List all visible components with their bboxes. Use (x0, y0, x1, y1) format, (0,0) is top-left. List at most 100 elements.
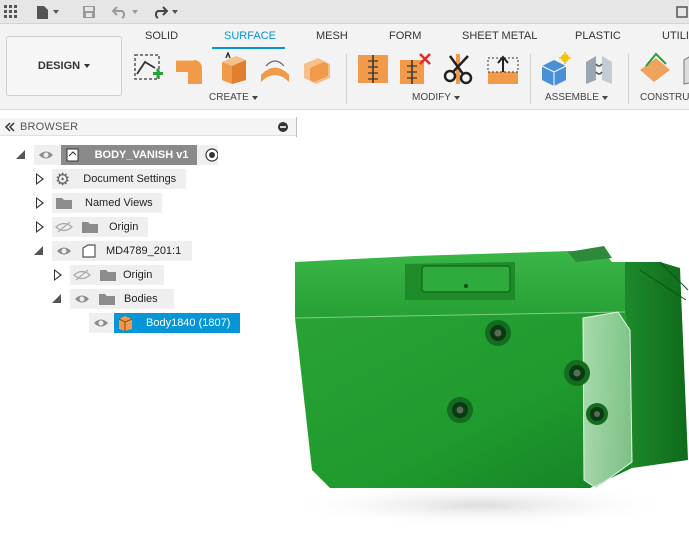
redo-button[interactable] (152, 2, 178, 22)
browser-title: BROWSER (20, 120, 79, 133)
gear-icon: ⚙ (55, 169, 71, 189)
redo-icon (154, 6, 168, 19)
toolbar-separator (346, 54, 347, 104)
offset-plane-icon[interactable] (638, 52, 672, 86)
eye-hidden-icon[interactable] (55, 221, 73, 233)
tree-node-named-views[interactable]: Named Views (52, 193, 162, 213)
tab-mesh[interactable]: MESH (316, 30, 348, 42)
tree-node-origin[interactable]: Origin (52, 217, 148, 237)
joint-icon[interactable] (582, 52, 616, 86)
chevron-down-icon (453, 95, 460, 100)
eye-icon[interactable] (38, 149, 53, 161)
expand-toggle[interactable] (16, 150, 25, 159)
tree-node-component[interactable]: MD4789_201:1 (52, 241, 192, 261)
extrude-surface-icon[interactable] (174, 52, 208, 86)
grid-icon (4, 5, 17, 18)
chevron-down-icon (84, 64, 91, 68)
expand-toggle[interactable] (52, 294, 61, 303)
component-icon (82, 244, 96, 258)
toolbar-separator (530, 54, 531, 104)
offset-surface-icon[interactable] (300, 52, 334, 86)
assemble-group-menu[interactable]: ASSEMBLE (545, 92, 608, 103)
app-grid-button[interactable] (4, 2, 18, 22)
chevron-down-icon (53, 10, 59, 14)
named-views-label: Named Views (85, 197, 153, 209)
component-origin-label: Origin (123, 269, 153, 281)
collapse-panel-icon[interactable] (4, 121, 16, 132)
expand-toggle[interactable] (36, 197, 44, 209)
undo-icon (112, 6, 126, 19)
ribbon-toolbar: DESIGN SOLID SURFACE MESH FORM SHEET MET… (0, 24, 689, 110)
chevron-down-icon (172, 10, 178, 14)
eye-hidden-icon[interactable] (73, 269, 91, 281)
root-node-label: BODY_VANISH v1 (94, 149, 189, 161)
create-group-menu[interactable]: CREATE (209, 92, 258, 103)
folder-icon (99, 294, 115, 305)
tab-sheet-metal[interactable]: SHEET METAL (462, 30, 537, 42)
bodies-label: Bodies (124, 293, 158, 305)
toolbar-separator (628, 54, 629, 104)
workspace-label: DESIGN (37, 60, 81, 72)
eye-icon[interactable] (74, 293, 90, 305)
loft-surface-icon[interactable] (258, 52, 292, 86)
expand-toggle[interactable] (54, 269, 62, 281)
document-settings-label: Document Settings (83, 173, 177, 185)
chevron-down-icon (132, 10, 138, 14)
unstitch-icon[interactable] (398, 52, 432, 86)
construct-plane-icon[interactable] (680, 52, 689, 86)
folder-icon (100, 270, 116, 281)
tree-node-bodies[interactable]: Bodies (70, 289, 174, 309)
expand-toggle[interactable] (34, 246, 43, 255)
chevron-down-icon (251, 95, 258, 100)
modify-group-menu[interactable]: MODIFY (412, 92, 460, 103)
save-icon (83, 6, 95, 18)
folder-icon (56, 198, 72, 209)
expand-toggle[interactable] (36, 221, 44, 233)
browser-header: BROWSER (0, 118, 297, 136)
new-component-icon[interactable] (538, 52, 572, 86)
active-tab-indicator (212, 47, 285, 49)
stitch-icon[interactable] (356, 52, 390, 86)
file-icon (37, 5, 48, 19)
eye-icon[interactable] (56, 245, 72, 257)
component-label: MD4789_201:1 (106, 245, 182, 257)
save-button[interactable] (82, 2, 96, 22)
tree-node-body-selected[interactable]: Body1840 (1807) (114, 313, 240, 333)
create-group-label: CREATE (209, 92, 249, 103)
origin-label: Origin (109, 221, 139, 233)
tree-node-component-origin[interactable]: Origin (70, 265, 164, 285)
workspace-switcher-button[interactable]: DESIGN (6, 36, 122, 96)
activate-radio-icon[interactable] (204, 148, 219, 162)
window-control-button[interactable] (676, 2, 688, 22)
quick-access-bar (0, 0, 689, 24)
patch-surface-icon[interactable] (216, 52, 250, 86)
trim-scissors-icon[interactable] (442, 52, 476, 86)
tab-utilities[interactable]: UTILI (662, 30, 689, 42)
tab-surface[interactable]: SURFACE (224, 30, 276, 42)
body-visibility-chip[interactable] (89, 313, 113, 333)
folder-icon (82, 222, 98, 233)
app-window: DESIGN SOLID SURFACE MESH FORM SHEET MET… (0, 0, 689, 533)
create-sketch-icon[interactable] (132, 52, 166, 86)
construct-group-menu[interactable]: CONSTRU (640, 92, 689, 103)
modify-group-label: MODIFY (412, 92, 451, 103)
body-solid-icon (118, 316, 133, 331)
chevron-down-icon (601, 95, 608, 100)
panel-edge (296, 117, 297, 137)
tab-solid[interactable]: SOLID (145, 30, 178, 42)
tree-node-document-settings[interactable]: ⚙ Document Settings (52, 169, 186, 189)
tab-form[interactable]: FORM (389, 30, 421, 42)
eye-icon[interactable] (93, 317, 109, 329)
undo-button[interactable] (112, 2, 138, 22)
root-label-bg: BODY_VANISH v1 (84, 145, 197, 165)
tab-plastic[interactable]: PLASTIC (575, 30, 621, 42)
body-label: Body1840 (1807) (146, 317, 231, 329)
document-icon (66, 148, 79, 162)
window-restore-icon (676, 6, 688, 18)
document-node-bg (61, 145, 85, 165)
file-menu-button[interactable] (36, 2, 59, 22)
expand-toggle[interactable] (36, 173, 44, 185)
minimize-panel-icon[interactable] (277, 121, 289, 133)
tree-root-node[interactable]: BODY_VANISH v1 (34, 145, 218, 165)
extend-surface-icon[interactable] (486, 52, 520, 86)
